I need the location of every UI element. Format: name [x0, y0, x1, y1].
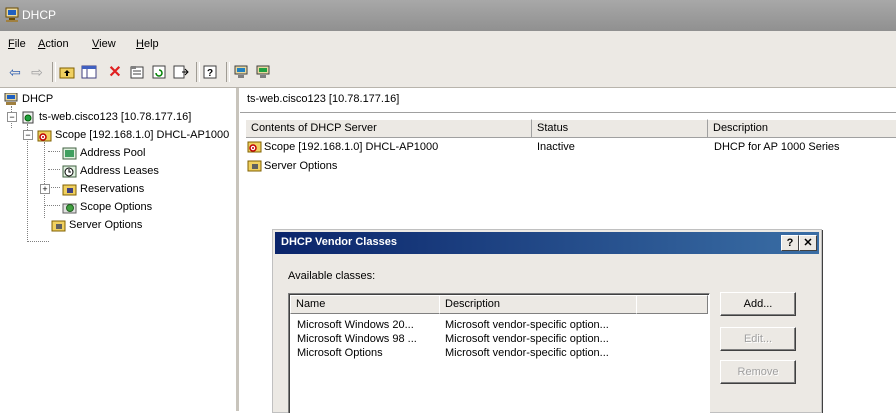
class-description: Microsoft vendor-specific option... [445, 333, 609, 345]
menu-file[interactable]: File [8, 38, 26, 50]
column-header-status[interactable]: Status [532, 119, 708, 138]
column-header-empty[interactable] [636, 295, 708, 314]
row-name: Scope [192.168.1.0] DHCL-AP1000 [264, 140, 439, 153]
add-server-icon[interactable] [254, 63, 272, 81]
tree-node-dhcp[interactable]: DHCP [4, 90, 53, 108]
tree-label: Scope Options [80, 201, 153, 213]
tree-label: Address Pool [80, 147, 146, 159]
toolbar: ⇦ ⇨ ✕ ? [0, 58, 896, 88]
tree-node-server[interactable]: ts-web.cisco123 [10.78.177.16] [21, 108, 191, 126]
tree-label: DHCP [22, 93, 54, 105]
up-folder-icon[interactable] [58, 63, 76, 81]
add-button[interactable]: Add... [720, 292, 796, 316]
details-header-text: ts-web.cisco123 [10.78.177.16] [247, 93, 400, 105]
tree-node-reservations[interactable]: Reservations [62, 180, 144, 198]
class-name[interactable]: Microsoft Windows 98 ... [297, 333, 417, 345]
tree-node-server-options[interactable]: Server Options [51, 216, 142, 234]
tree-line [44, 205, 60, 206]
collapse-toggle[interactable]: − [7, 112, 17, 122]
class-name[interactable]: Microsoft Options [297, 347, 383, 359]
tree-label: ts-web.cisco123 [10.78.177.16] [39, 111, 192, 123]
row-name: Server Options [264, 159, 338, 172]
title-bar: DHCP [0, 0, 896, 31]
toolbar-separator [196, 62, 200, 82]
row-description: DHCP for AP 1000 Series [714, 140, 840, 153]
properties-icon[interactable] [128, 63, 146, 81]
tree-line [27, 124, 28, 242]
column-header-description[interactable]: Description [439, 295, 637, 314]
edit-button[interactable]: Edit... [720, 327, 796, 351]
details-header: ts-web.cisco123 [10.78.177.16] [240, 88, 896, 113]
tree-line [48, 169, 60, 170]
tree-node-address-pool[interactable]: Address Pool [62, 144, 145, 162]
server-options-icon [51, 220, 66, 231]
scope-options-icon [62, 203, 77, 213]
toolbar-separator [226, 62, 230, 82]
refresh-icon[interactable] [150, 63, 168, 81]
tree-line [44, 142, 45, 218]
close-button[interactable]: ✕ [799, 235, 817, 251]
scope-icon [37, 130, 52, 141]
back-icon[interactable]: ⇦ [6, 63, 24, 81]
class-name[interactable]: Microsoft Windows 20... [297, 319, 414, 331]
remove-button[interactable]: Remove [720, 360, 796, 384]
dialog-title: DHCP Vendor Classes [281, 236, 397, 248]
tree-node-address-leases[interactable]: Address Leases [62, 162, 159, 180]
console-tree: DHCP − ts-web.cisco123 [10.78.177.16] − … [0, 88, 239, 411]
class-description: Microsoft vendor-specific option... [445, 319, 609, 331]
collapse-toggle[interactable]: − [23, 130, 33, 140]
server-options-icon [247, 160, 262, 172]
column-header-contents[interactable]: Contents of DHCP Server [246, 119, 532, 138]
list-item[interactable]: Server Options [247, 157, 887, 174]
reservations-icon [62, 184, 77, 195]
menu-view[interactable]: View [92, 38, 116, 50]
tree-node-scope-options[interactable]: Scope Options [62, 198, 152, 216]
forward-icon[interactable]: ⇨ [28, 63, 46, 81]
delete-icon[interactable]: ✕ [106, 63, 124, 81]
help-icon[interactable]: ? [202, 63, 220, 81]
export-list-icon[interactable] [172, 63, 190, 81]
toolbar-separator [52, 62, 56, 82]
server-icon[interactable] [232, 63, 250, 81]
class-description: Microsoft vendor-specific option... [445, 347, 609, 359]
tree-node-scope[interactable]: Scope [192.168.1.0] DHCL-AP1000 [37, 126, 229, 144]
menu-bar: File Action View Help [0, 31, 896, 59]
vendor-classes-list[interactable]: Name Description Microsoft Windows 20...… [288, 293, 710, 413]
svg-text:?: ? [207, 68, 213, 79]
column-header-name[interactable]: Name [290, 295, 440, 314]
address-leases-icon [62, 165, 77, 177]
window-title: DHCP [22, 8, 57, 22]
scope-icon [247, 141, 262, 153]
menu-action[interactable]: Action [38, 38, 69, 50]
tree-label: Scope [192.168.1.0] DHCL-AP1000 [55, 129, 230, 141]
tree-label: Reservations [80, 183, 145, 195]
address-pool-icon [62, 147, 77, 159]
tree-label: Address Leases [80, 165, 159, 177]
show-hide-tree-icon[interactable] [80, 63, 98, 81]
dhcp-root-icon [4, 92, 18, 105]
tree-label: Server Options [69, 219, 143, 231]
column-header-description[interactable]: Description [708, 119, 896, 138]
server-node-icon [22, 111, 34, 123]
dhcp-app-icon [5, 7, 19, 22]
vendor-classes-dialog: DHCP Vendor Classes ? ✕ Available classe… [272, 229, 822, 413]
help-button[interactable]: ? [781, 235, 799, 251]
dialog-title-bar: DHCP Vendor Classes ? ✕ [275, 232, 819, 254]
tree-line [27, 241, 49, 242]
row-status: Inactive [537, 140, 575, 153]
tree-line [48, 151, 60, 152]
available-classes-label: Available classes: [288, 270, 376, 282]
menu-help[interactable]: Help [136, 38, 159, 50]
list-item[interactable]: Scope [192.168.1.0] DHCL-AP1000 Inactive… [247, 138, 887, 155]
expand-toggle[interactable]: + [40, 184, 50, 194]
